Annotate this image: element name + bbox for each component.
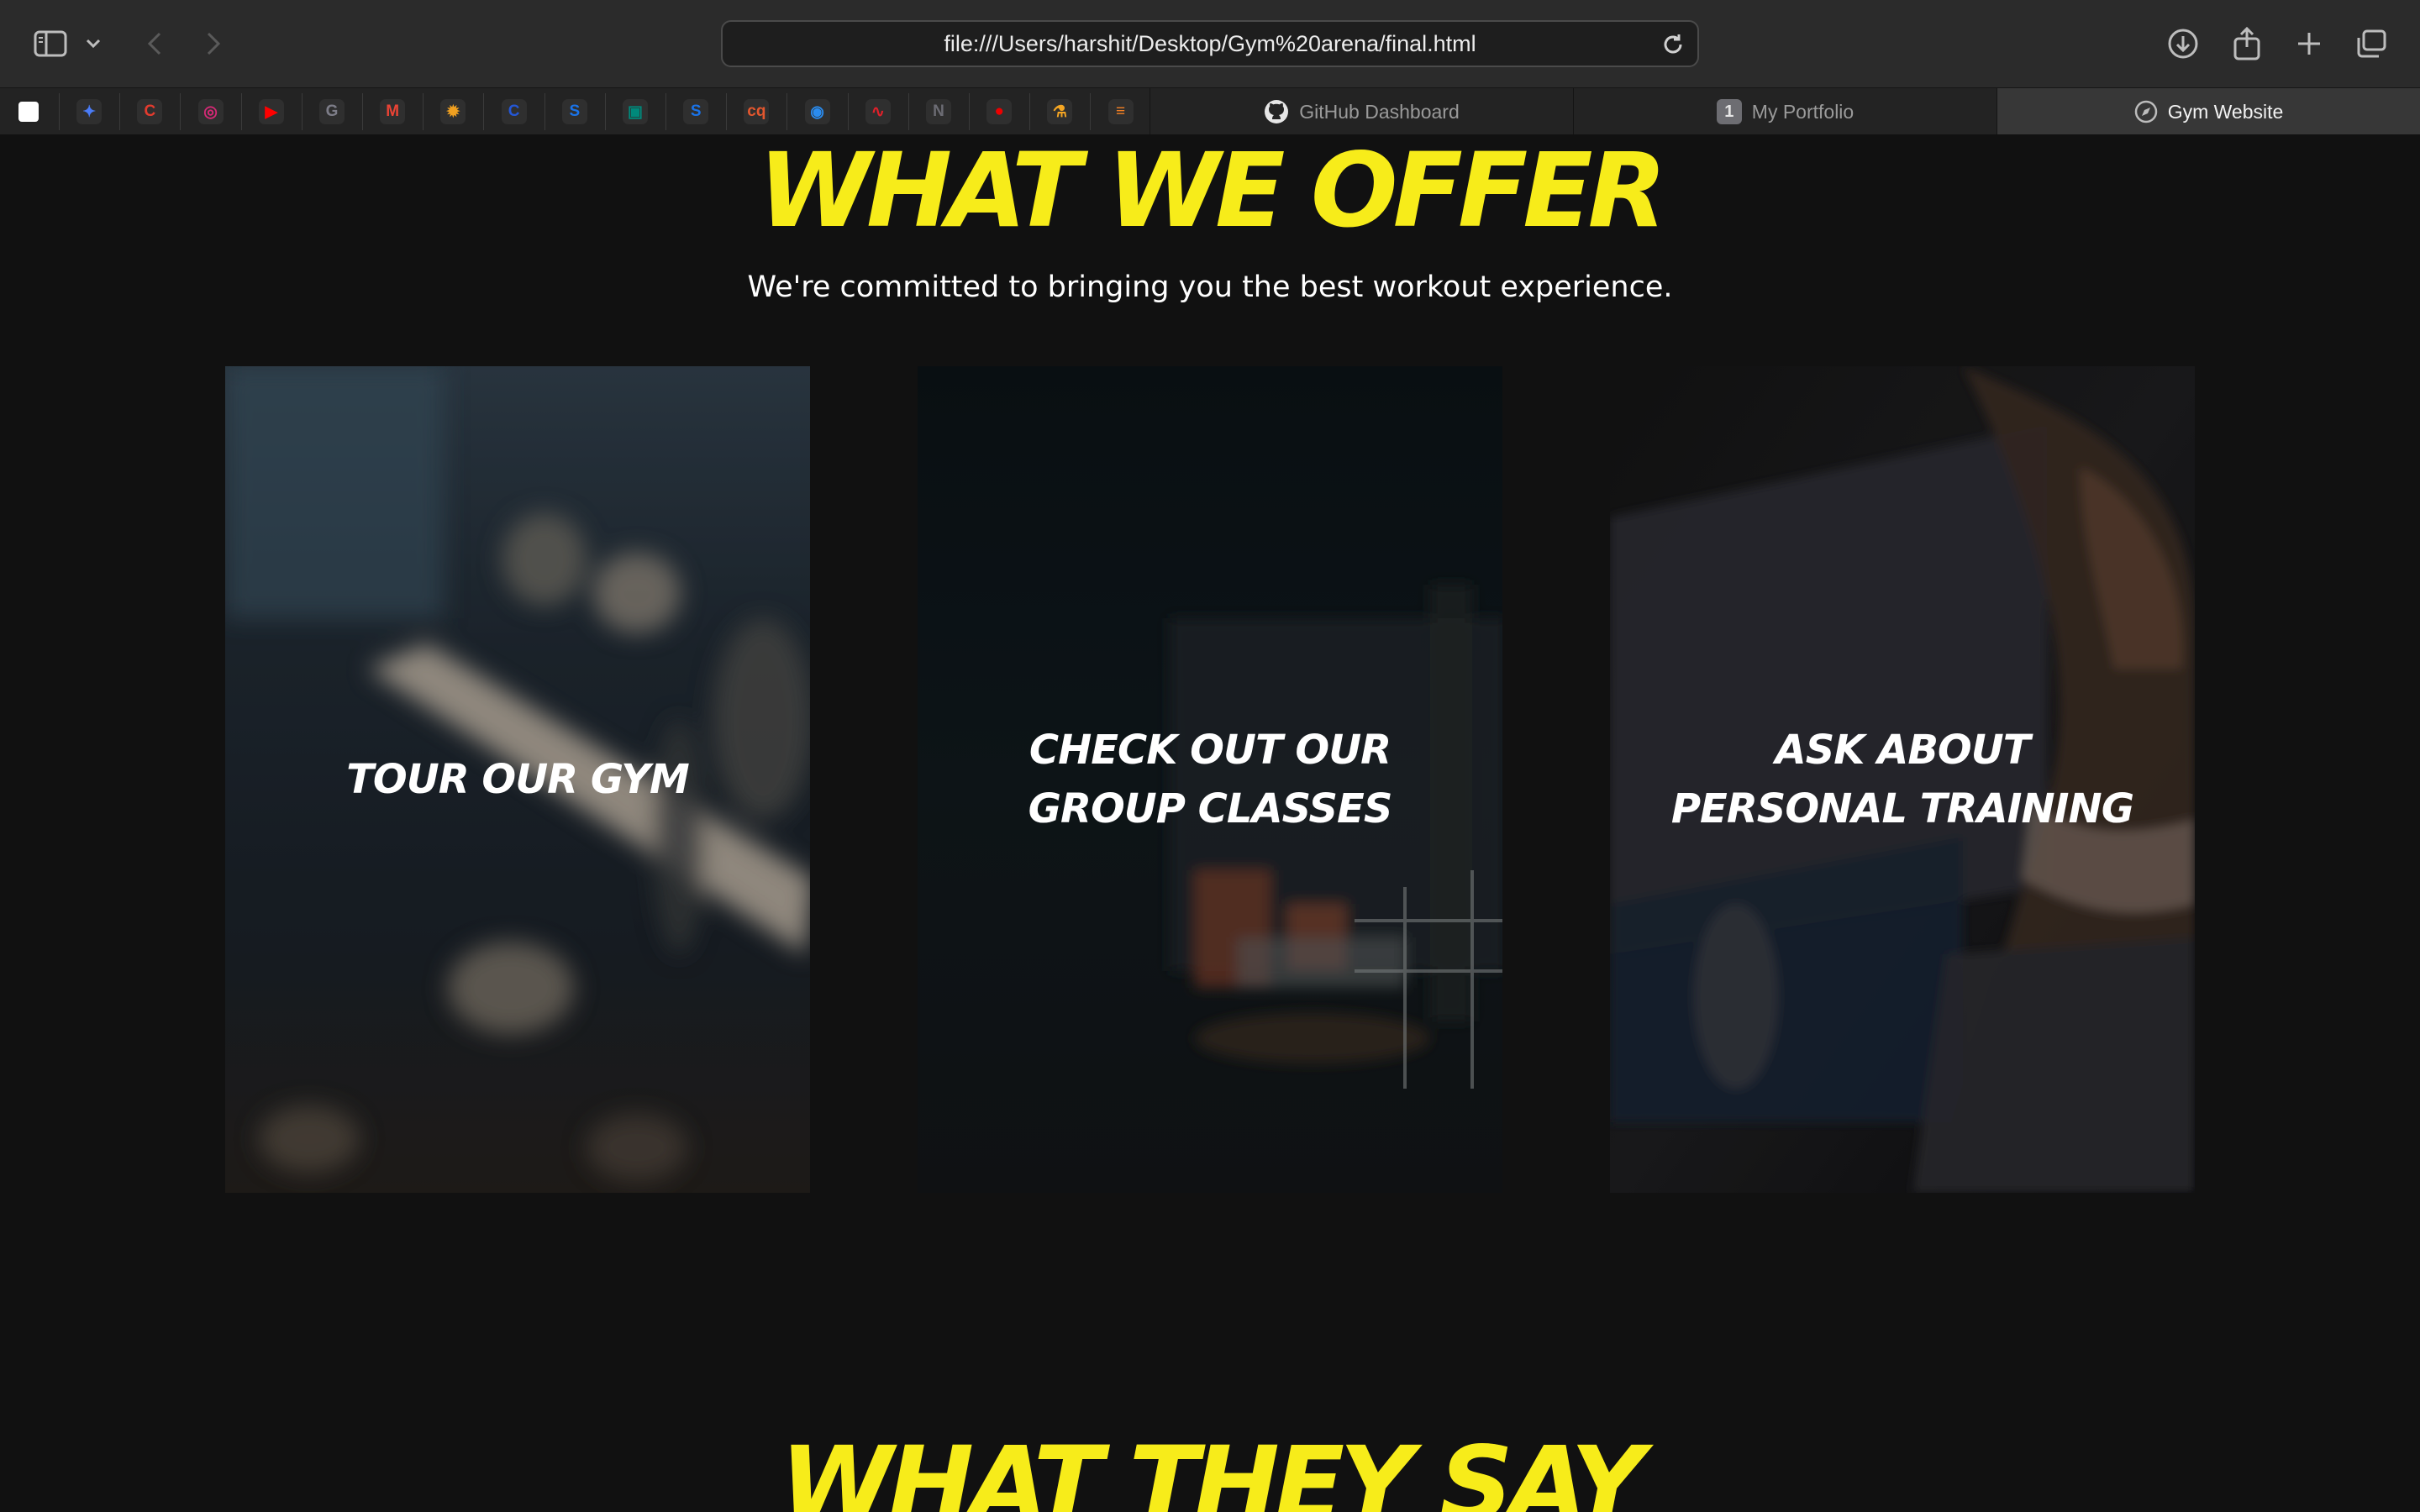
- card-tour-gym[interactable]: TOUR OUR GYM: [225, 366, 810, 1193]
- web-page: WHAT WE OFFER We're committed to bringin…: [0, 134, 2420, 1512]
- pinned-separator: [544, 93, 545, 130]
- pinned-tab[interactable]: C: [499, 88, 529, 135]
- pinned-separator: [483, 93, 485, 130]
- chatgpt-icon: [16, 99, 41, 124]
- section-title-testimonials: WHAT THEY SAY: [780, 1425, 1644, 1512]
- section-subtitle: We're committed to bringing you the best…: [747, 270, 1673, 304]
- pinned-separator: [604, 93, 606, 130]
- reload-icon[interactable]: [1660, 32, 1686, 57]
- notion-icon: N: [926, 99, 951, 124]
- browser-chrome: file:///Users/harshit/Desktop/Gym%20aren…: [0, 0, 2420, 87]
- tab-label: GitHub Dashboard: [1299, 100, 1460, 123]
- gemini-icon: ✦: [76, 99, 103, 124]
- browser-toolbar: file:///Users/harshit/Desktop/Gym%20aren…: [0, 0, 2420, 87]
- tab-bar: ✦ C ◎ ▶ G M ✹ C S ▣ Scq ◉ ∿ N ● ⚗ ≡ GitHub Dashboard 1 M…: [0, 87, 2420, 135]
- download-icon: [2168, 29, 2198, 59]
- compass-icon: [2134, 100, 2157, 123]
- pinned-tab[interactable]: ◎: [196, 88, 226, 135]
- tab-label: Gym Website: [2167, 100, 2284, 123]
- downloads-button[interactable]: [2165, 25, 2202, 62]
- pinned-tab[interactable]: ✹: [438, 88, 468, 135]
- plus-icon: [2298, 33, 2320, 55]
- youtube-icon: ▶: [258, 99, 284, 124]
- card-label: ASK ABOUT PERSONAL TRAINING: [1670, 727, 2134, 832]
- meet-icon: ▣: [623, 99, 648, 124]
- tab-overview-button[interactable]: [2353, 25, 2390, 62]
- pinned-separator: [423, 93, 424, 130]
- card-group-classes[interactable]: CHECK OUT OUR GROUP CLASSES: [918, 366, 1502, 1193]
- stack-icon: ≡: [1107, 99, 1134, 124]
- pinned-separator: [180, 93, 182, 130]
- pinned-tab[interactable]: S: [560, 88, 590, 135]
- chevron-right-icon: [207, 32, 221, 55]
- pinned-separator: [908, 93, 909, 130]
- s-blue-icon: S: [683, 99, 709, 124]
- gmail-icon: M: [380, 99, 406, 124]
- pinned-tab[interactable]: S: [681, 88, 711, 135]
- tab-gym-website[interactable]: Gym Website: [1996, 88, 2420, 135]
- g-icon: G: [319, 99, 345, 124]
- pinned-separator: [847, 93, 849, 130]
- pinned-tab[interactable]: ≡: [1106, 88, 1136, 135]
- url-text: file:///Users/harshit/Desktop/Gym%20aren…: [944, 30, 1476, 56]
- c-icon: C: [501, 99, 527, 124]
- pinned-tab[interactable]: N: [923, 88, 954, 135]
- messenger-icon: ◉: [804, 99, 830, 124]
- back-button[interactable]: [136, 25, 173, 62]
- pinned-separator: [240, 93, 242, 130]
- card-personal-training[interactable]: ASK ABOUT PERSONAL TRAINING: [1610, 366, 2195, 1193]
- instagram-icon: ◎: [197, 99, 224, 124]
- pinned-tab[interactable]: ▣: [620, 88, 650, 135]
- s-icon: S: [561, 99, 587, 124]
- pinned-tab[interactable]: ●: [984, 88, 1014, 135]
- rss-icon: ∿: [865, 99, 891, 124]
- new-tab-button[interactable]: [2291, 25, 2328, 62]
- github-icon: [1265, 100, 1289, 123]
- pinned-separator: [969, 93, 970, 130]
- pinned-tab[interactable]: ▶: [256, 88, 287, 135]
- sidebar-toggle-button[interactable]: [32, 25, 69, 62]
- flask-icon: ⚗: [1047, 99, 1073, 124]
- pinned-tab[interactable]: cq: [741, 88, 771, 135]
- redhat-icon: ●: [986, 99, 1013, 124]
- section-title-offer: WHAT WE OFFER: [758, 134, 1666, 250]
- pinned-separator: [726, 93, 728, 130]
- pinned-separator: [59, 93, 60, 130]
- pinned-tab[interactable]: ∿: [863, 88, 893, 135]
- chrome-icon: C: [137, 99, 163, 124]
- tab-github-dashboard[interactable]: GitHub Dashboard: [1150, 88, 1573, 135]
- pinned-tab[interactable]: [13, 88, 44, 135]
- forward-button[interactable]: [195, 25, 232, 62]
- sidebar-menu-button[interactable]: [81, 25, 106, 62]
- pinned-tab[interactable]: ✦: [74, 88, 104, 135]
- chevron-left-icon: [147, 32, 161, 55]
- tab-number-icon: 1: [1716, 99, 1742, 124]
- pinned-tab[interactable]: M: [377, 88, 408, 135]
- tabs-overview-icon: [2357, 29, 2386, 58]
- card-label: CHECK OUT OUR GROUP CLASSES: [1028, 727, 1393, 832]
- pinned-tab[interactable]: ◉: [802, 88, 833, 135]
- pinned-tab[interactable]: C: [134, 88, 165, 135]
- tab-my-portfolio[interactable]: 1 My Portfolio: [1573, 88, 1996, 135]
- card-label: TOUR OUR GYM: [346, 756, 690, 803]
- pinned-separator: [119, 93, 121, 130]
- share-button[interactable]: [2228, 25, 2265, 62]
- share-icon: [2233, 27, 2260, 60]
- pinned-separator: [1029, 93, 1031, 130]
- sidebar-icon: [34, 30, 67, 57]
- pinned-separator: [1090, 93, 1092, 130]
- address-bar[interactable]: file:///Users/harshit/Desktop/Gym%20aren…: [721, 20, 1699, 67]
- settings-sun-icon: ✹: [440, 99, 466, 124]
- chevron-down-icon: [86, 39, 101, 49]
- pinned-tab[interactable]: G: [317, 88, 347, 135]
- tab-label: My Portfolio: [1751, 100, 1854, 123]
- cq-icon: cq: [744, 99, 770, 124]
- pinned-separator: [362, 93, 363, 130]
- pinned-separator: [786, 93, 788, 130]
- pinned-tab[interactable]: ⚗: [1044, 88, 1075, 135]
